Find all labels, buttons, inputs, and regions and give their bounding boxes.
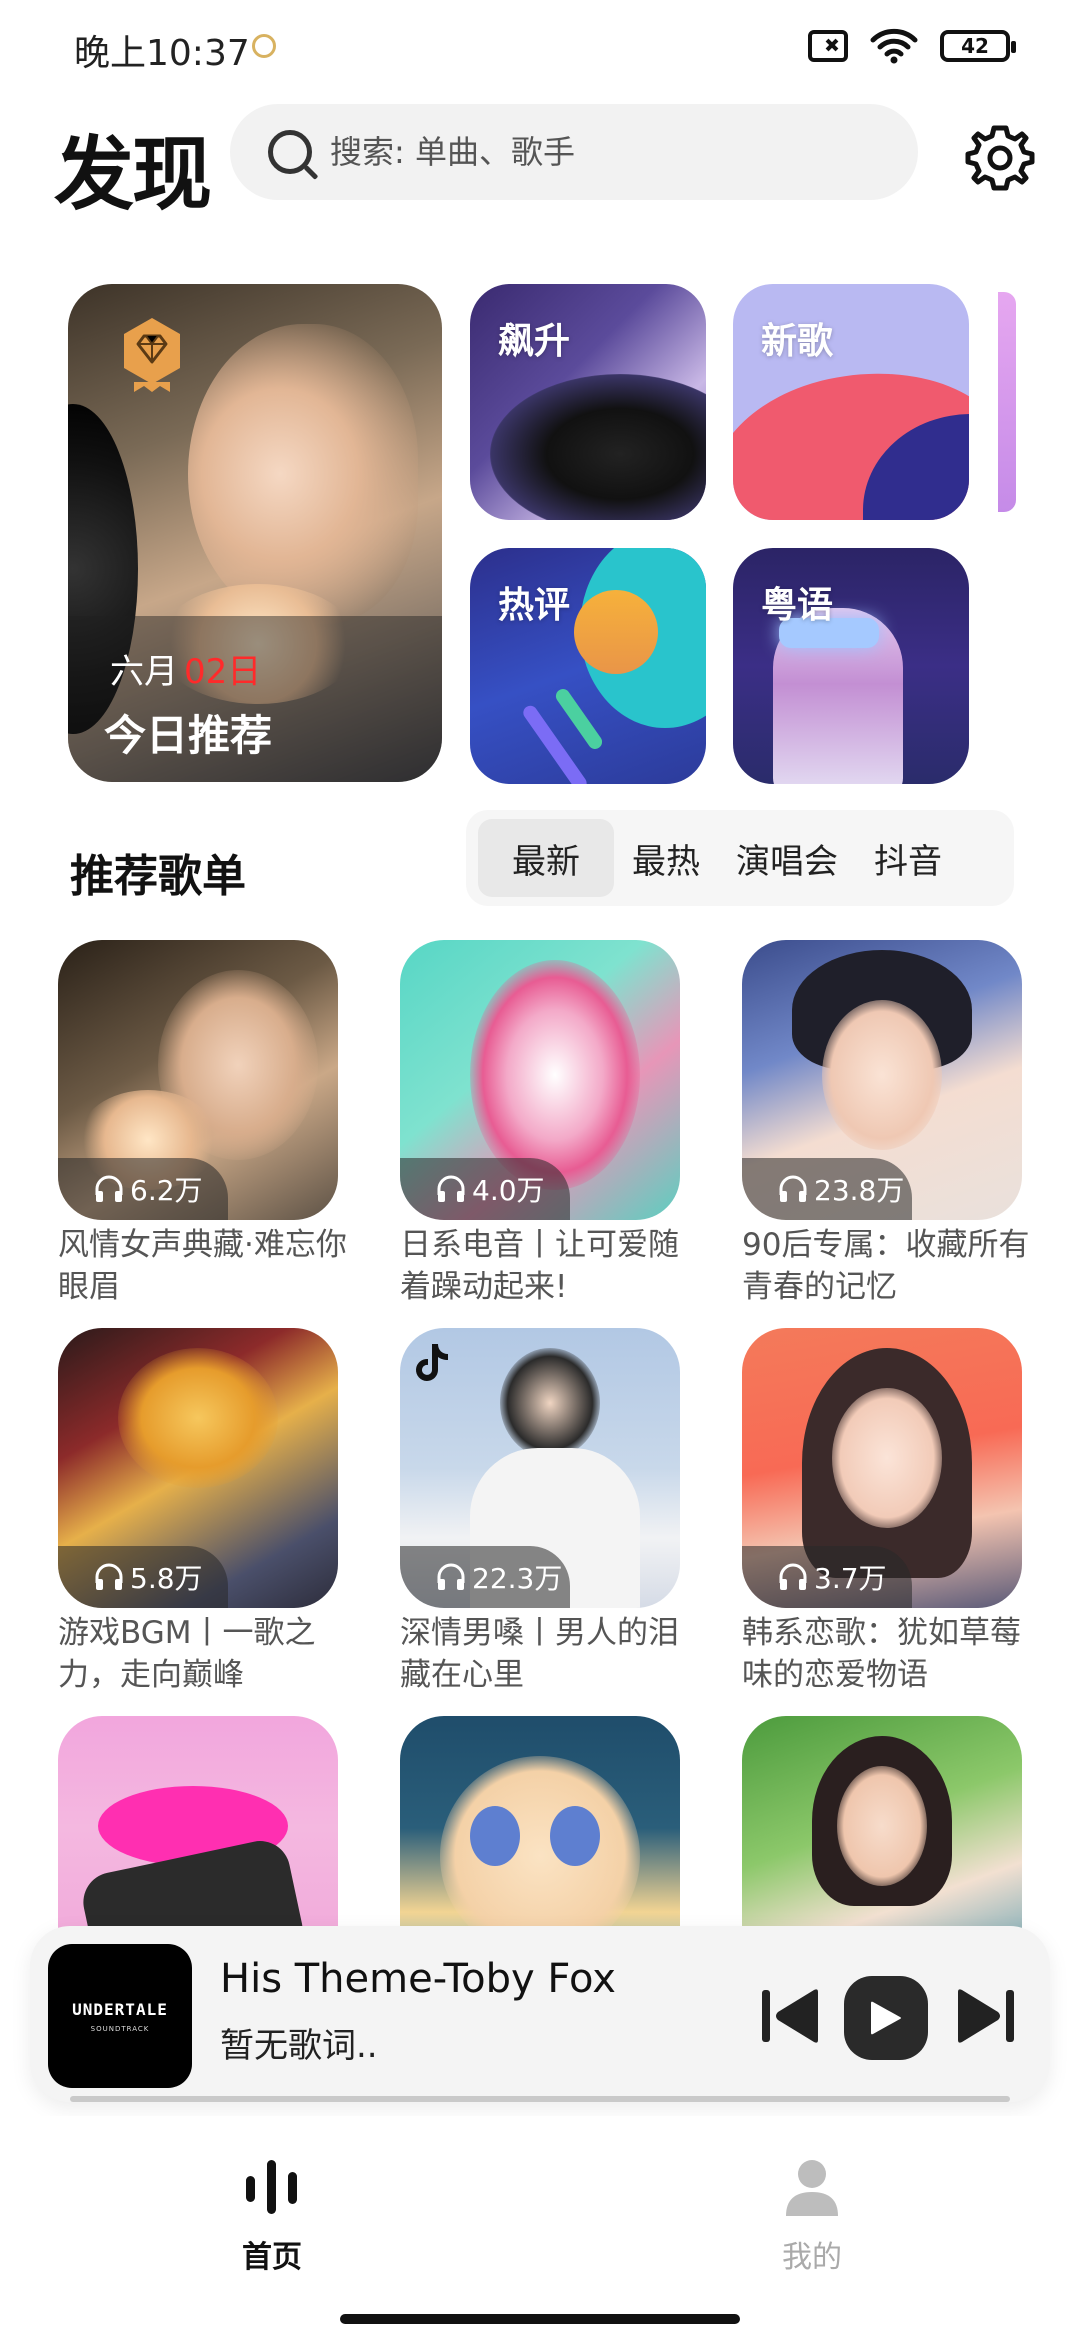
play-count: 22.3万 bbox=[400, 1546, 570, 1608]
next-button[interactable] bbox=[952, 1986, 1018, 2046]
month-label: 六月 bbox=[110, 652, 178, 692]
nav-mine-label: 我的 bbox=[782, 2240, 842, 2275]
play-count-value: 5.8万 bbox=[130, 1562, 203, 1595]
turntable-art bbox=[490, 374, 706, 520]
play-count-value: 23.8万 bbox=[814, 1174, 905, 1207]
playlist-name[interactable]: 韩系恋歌：犹如草莓味的恋爱物语 bbox=[742, 1612, 1032, 1696]
bar-art bbox=[553, 686, 605, 752]
tile-cantonese[interactable]: 粤语 bbox=[733, 548, 969, 784]
previous-button[interactable] bbox=[758, 1986, 824, 2046]
tile-rising-chart[interactable]: 飙升 bbox=[470, 284, 706, 520]
cover-art bbox=[188, 324, 418, 624]
status-time: 晚上10:37 bbox=[74, 33, 250, 74]
playlist-cover[interactable]: 5.8万 bbox=[58, 1328, 338, 1608]
play-count: 4.0万 bbox=[400, 1158, 570, 1220]
search-input[interactable] bbox=[330, 133, 890, 171]
playlist-cover[interactable]: 6.2万 bbox=[58, 940, 338, 1220]
headphone-icon bbox=[437, 1563, 465, 1590]
status-bar: 晚上10:37 42 bbox=[0, 0, 1080, 96]
playlist-cover[interactable]: 3.7万 bbox=[742, 1328, 1022, 1608]
battery-indicator: 42 bbox=[940, 30, 1016, 62]
headphone-icon bbox=[437, 1175, 465, 1202]
diamond-badge-icon bbox=[124, 318, 180, 392]
play-count: 3.7万 bbox=[742, 1546, 912, 1608]
track-lyric: 暂无歌词.. bbox=[220, 2026, 378, 2066]
playlist-card[interactable]: 4.0万 日系电音丨让可爱随着躁动起来! bbox=[400, 940, 680, 1308]
playlist-card[interactable]: 5.8万 游戏BGM丨一歌之力，走向巅峰 bbox=[58, 1328, 338, 1696]
user-icon bbox=[786, 2160, 838, 2216]
nav-home-label: 首页 bbox=[242, 2240, 302, 2275]
playlist-name[interactable]: 90后专属：收藏所有青春的记忆 bbox=[742, 1224, 1032, 1308]
tab-douyin[interactable]: 抖音 bbox=[856, 819, 960, 897]
search-bar[interactable] bbox=[230, 104, 918, 200]
today-recommendation-card[interactable]: 六月 02日 今日推荐 bbox=[68, 284, 442, 782]
search-icon bbox=[268, 130, 312, 174]
today-title: 今日推荐 bbox=[104, 711, 273, 760]
album-title-text: UNDERTALE bbox=[72, 1999, 168, 2019]
section-title: 推荐歌单 bbox=[70, 851, 246, 902]
track-title: His Theme-Toby Fox bbox=[220, 1956, 616, 2002]
headphone-icon bbox=[95, 1563, 123, 1590]
tab-concert[interactable]: 演唱会 bbox=[718, 819, 856, 897]
circle-art bbox=[574, 590, 658, 674]
play-count: 6.2万 bbox=[58, 1158, 228, 1220]
sound-bars-icon bbox=[246, 2160, 297, 2214]
tile-new-songs[interactable]: 新歌 bbox=[733, 284, 969, 520]
playlist-cover[interactable]: 22.3万 bbox=[400, 1328, 680, 1608]
tiktok-logo-icon bbox=[416, 1344, 448, 1381]
skip-previous-icon bbox=[762, 1989, 818, 2043]
wifi-icon bbox=[870, 28, 918, 64]
nav-mine[interactable]: 我的 bbox=[712, 2154, 912, 2276]
next-tile-peek[interactable] bbox=[998, 292, 1016, 512]
playlist-tabs: 最新 最热 演唱会 抖音 bbox=[466, 810, 1014, 906]
no-sim-icon bbox=[808, 30, 848, 62]
home-indicator[interactable] bbox=[340, 2314, 740, 2324]
day-label: 02日 bbox=[184, 652, 262, 692]
playlist-card[interactable]: 6.2万 风情女声典藏·难忘你眼眉 bbox=[58, 940, 347, 1308]
play-count: 23.8万 bbox=[742, 1158, 912, 1220]
tile-label: 新歌 bbox=[761, 321, 834, 362]
tab-hottest[interactable]: 最热 bbox=[614, 819, 718, 897]
playlist-name[interactable]: 风情女声典藏·难忘你眼眉 bbox=[58, 1224, 348, 1308]
play-count-value: 22.3万 bbox=[472, 1562, 563, 1595]
bottom-nav: 首页 我的 bbox=[0, 2116, 1080, 2296]
play-count-value: 3.7万 bbox=[814, 1562, 887, 1595]
playlist-name[interactable]: 游戏BGM丨一歌之力，走向巅峰 bbox=[58, 1612, 348, 1696]
playlist-card[interactable]: 22.3万 深情男嗓丨男人的泪藏在心里 bbox=[400, 1328, 680, 1696]
play-count: 5.8万 bbox=[58, 1546, 228, 1608]
play-count-value: 4.0万 bbox=[472, 1174, 545, 1207]
playlist-cover[interactable]: 23.8万 bbox=[742, 940, 1022, 1220]
status-icons: 42 bbox=[808, 28, 1016, 64]
mini-player[interactable]: UNDERTALE SOUNDTRACK His Theme-Toby Fox … bbox=[30, 1926, 1050, 2102]
alarm-icon bbox=[252, 34, 276, 58]
tile-label: 飙升 bbox=[498, 321, 571, 362]
play-icon bbox=[871, 2001, 901, 2035]
playlist-cover[interactable]: 4.0万 bbox=[400, 940, 680, 1220]
settings-button[interactable] bbox=[964, 122, 1036, 194]
nav-home[interactable]: 首页 bbox=[172, 2154, 372, 2276]
gear-icon bbox=[965, 125, 1035, 191]
skip-next-icon bbox=[958, 1989, 1014, 2043]
headphone-icon bbox=[95, 1175, 123, 1202]
album-subtitle-text: SOUNDTRACK bbox=[90, 2024, 150, 2033]
headphone-icon bbox=[779, 1175, 807, 1202]
tile-label: 粤语 bbox=[761, 585, 834, 626]
header: 发现 bbox=[0, 96, 1080, 221]
tab-latest[interactable]: 最新 bbox=[478, 819, 614, 897]
playback-progress-bar[interactable] bbox=[70, 2096, 1010, 2102]
play-button[interactable] bbox=[844, 1976, 928, 2060]
playlist-card[interactable]: 23.8万 90后专属：收藏所有青春的记忆 bbox=[742, 940, 1029, 1308]
playlist-name[interactable]: 深情男嗓丨男人的泪藏在心里 bbox=[400, 1612, 690, 1696]
today-date: 六月 02日 bbox=[110, 644, 261, 693]
album-art[interactable]: UNDERTALE SOUNDTRACK bbox=[48, 1944, 192, 2088]
playlist-card[interactable]: 3.7万 韩系恋歌：犹如草莓味的恋爱物语 bbox=[742, 1328, 1022, 1696]
tile-hot-comments[interactable]: 热评 bbox=[470, 548, 706, 784]
tile-label: 热评 bbox=[498, 585, 571, 626]
play-count-value: 6.2万 bbox=[130, 1174, 203, 1207]
page-title: 发现 bbox=[54, 128, 212, 221]
headphone-icon bbox=[779, 1563, 807, 1590]
playlist-name[interactable]: 日系电音丨让可爱随着躁动起来! bbox=[400, 1224, 690, 1308]
